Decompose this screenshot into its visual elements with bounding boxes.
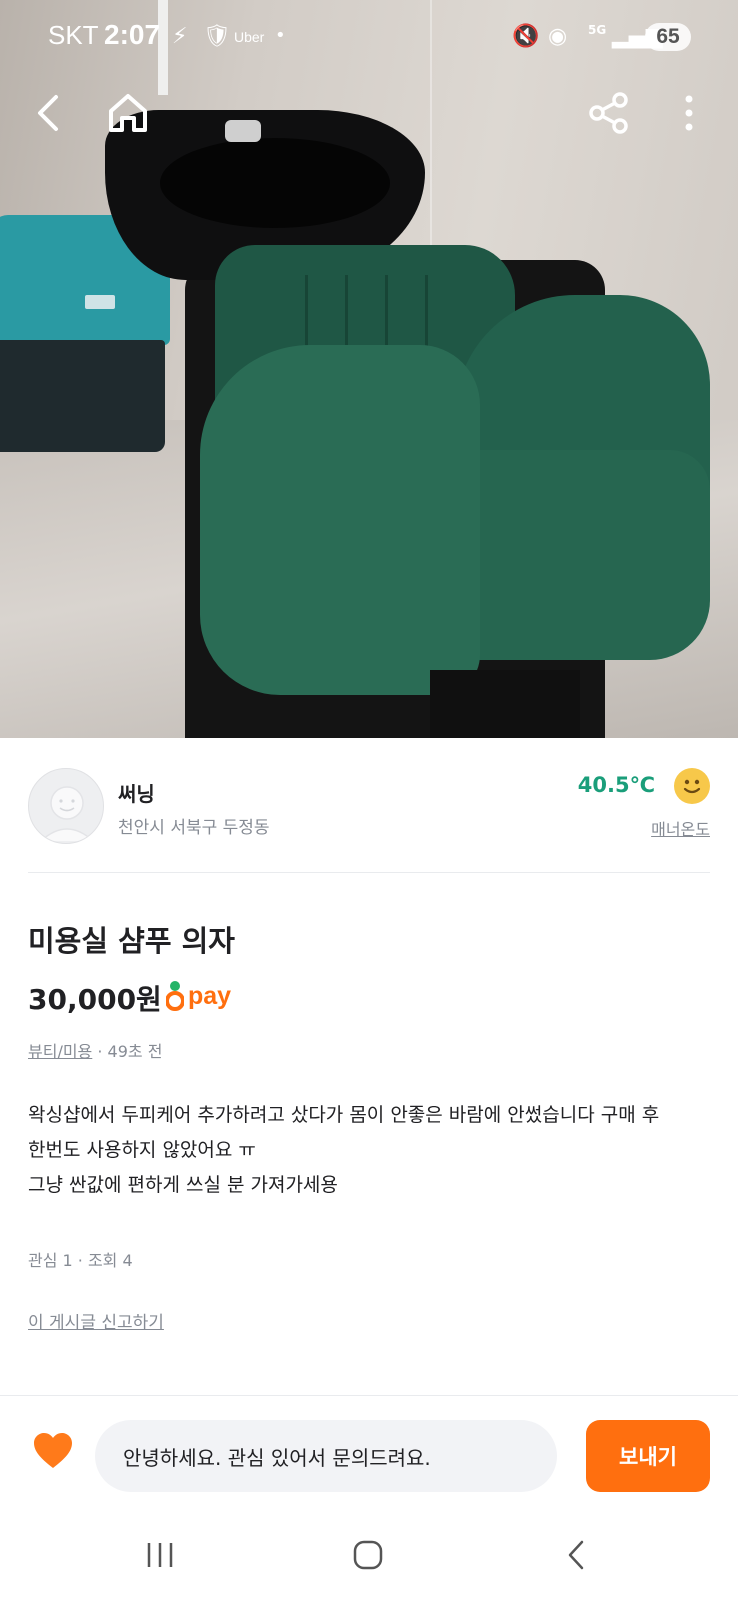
manner-temperature: 40.5℃ — [577, 773, 655, 797]
avatar[interactable] — [28, 768, 104, 844]
shield-icon: 🛡 — [203, 24, 231, 49]
more-vertical-icon — [685, 95, 693, 131]
back-button[interactable] — [22, 88, 72, 138]
category-link[interactable]: 뷰티/미용 — [28, 1042, 92, 1061]
pay-badge: pay — [166, 978, 231, 1014]
network-type: 5G — [588, 23, 607, 37]
report-link[interactable]: 이 게시글 신고하기 — [28, 1308, 164, 1333]
back-nav-button[interactable] — [546, 1525, 606, 1585]
default-avatar-icon — [40, 786, 94, 842]
carrier-label: SKT — [48, 20, 99, 50]
hotspot-icon: ◉ — [548, 24, 568, 49]
clock: 2:07 — [104, 19, 161, 50]
listing-price: 30,000원 — [28, 983, 162, 1016]
description-line: 왁싱샵에서 두피케어 추가하려고 샀다가 몸이 안좋은 바람에 안썼습니다 구매… — [28, 1104, 660, 1126]
recents-button[interactable] — [130, 1525, 190, 1585]
seller-name: 써닝 — [118, 782, 155, 806]
home-nav-button[interactable] — [338, 1525, 398, 1585]
chevron-left-icon — [38, 95, 58, 131]
notification-dot-icon: • — [275, 25, 286, 46]
time-ago: · 49초 전 — [92, 1042, 163, 1061]
home-circle-icon — [353, 1540, 383, 1570]
listing-meta: 뷰티/미용 · 49초 전 — [28, 1038, 162, 1062]
photo-chair-foot — [430, 670, 580, 738]
uber-label: Uber — [234, 29, 265, 45]
share-icon — [589, 92, 628, 134]
listing-description: 왁싱샵에서 두피케어 추가하려고 샀다가 몸이 안좋은 바람에 안썼습니다 구매… — [28, 1098, 718, 1203]
share-button[interactable] — [584, 88, 634, 138]
recents-icon — [147, 1543, 173, 1567]
description-line: 그냥 싼값에 편하게 쓰실 분 가져가세용 — [28, 1174, 338, 1196]
pay-label: pay — [188, 981, 232, 1010]
seller-profile[interactable]: 써닝 천안시 서북구 두정동 40.5℃ 매너온도 — [0, 738, 738, 873]
section-divider — [28, 872, 710, 873]
carrot-pay-icon — [166, 981, 184, 1011]
back-icon — [568, 1540, 584, 1570]
manner-temperature-link[interactable]: 매너온도 — [651, 816, 710, 840]
more-button[interactable] — [664, 88, 714, 138]
status-bar: SKT 2:07 ⚡ 🛡 Uber • 🔇 ◉ 5G ▂▄▆ 65 — [0, 0, 738, 74]
home-button[interactable] — [103, 88, 153, 138]
photo-chair-arm-left — [200, 345, 480, 695]
heart-icon — [34, 1433, 72, 1468]
smile-face-icon — [674, 768, 710, 804]
battery-indicator: 65 — [645, 23, 691, 51]
system-nav-bar — [0, 1505, 738, 1600]
chat-bar: 보내기 — [0, 1395, 738, 1505]
description-line: 한번도 사용하지 않았어요 ㅠ — [28, 1139, 256, 1161]
seller-location: 천안시 서북구 두정동 — [118, 818, 270, 838]
mute-icon: 🔇 — [512, 24, 540, 49]
like-button[interactable] — [32, 1432, 74, 1474]
listing-stats: 관심 1 · 조회 4 — [28, 1251, 133, 1270]
listing-title: 미용실 샴푸 의자 — [28, 924, 235, 958]
send-button[interactable]: 보내기 — [586, 1420, 710, 1492]
chat-input[interactable] — [95, 1420, 557, 1492]
vpn-icon: ⚡ — [172, 24, 188, 49]
home-icon — [109, 94, 147, 132]
